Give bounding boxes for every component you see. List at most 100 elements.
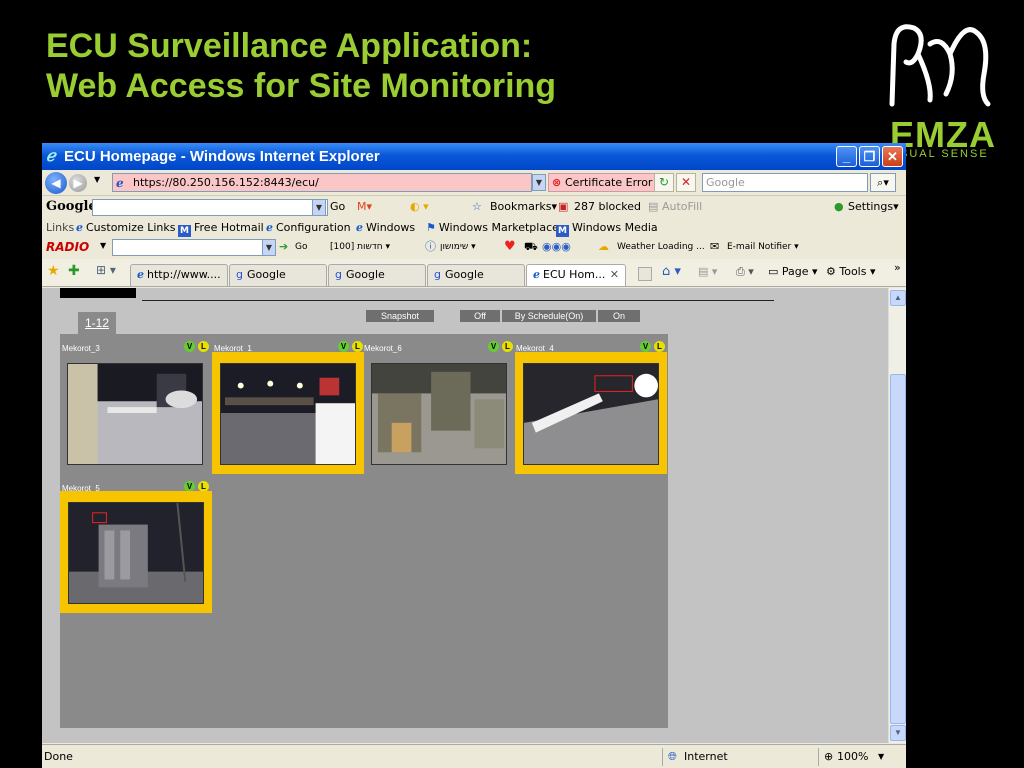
live-status-badge[interactable]: L bbox=[198, 341, 209, 352]
page-menu[interactable]: ▭ Page ▾ bbox=[768, 263, 818, 281]
scroll-thumb[interactable] bbox=[890, 374, 906, 724]
bookmarks-menu[interactable]: Bookmarks▾ bbox=[490, 198, 557, 216]
vertical-scrollbar[interactable]: ▲ ▼ bbox=[888, 288, 906, 743]
live-status-badge[interactable]: L bbox=[654, 341, 665, 352]
on-button[interactable]: On bbox=[598, 310, 640, 322]
tabs-toolbar: ★ ✚ ⊞ ▾ ℯ http://www.... g Google g Google … bbox=[42, 259, 906, 287]
forward-button[interactable]: ▶ bbox=[69, 174, 87, 192]
tools-menu[interactable]: ⚙ Tools ▾ bbox=[826, 263, 876, 281]
history-dropdown-icon[interactable]: ▼ bbox=[94, 175, 100, 184]
radio-toolbar: RADIO ▼ ▼ ➔ Go חדשות [100] ▾ ⓘ שימושון ▾… bbox=[42, 237, 906, 259]
camera-feed-mekorot-6[interactable] bbox=[371, 363, 507, 465]
cart-icon[interactable]: ⛟ bbox=[524, 238, 538, 256]
zoom-level[interactable]: 100% bbox=[837, 745, 868, 768]
radio-logo[interactable]: RADIO bbox=[46, 240, 89, 254]
scroll-up-button[interactable]: ▲ bbox=[890, 290, 906, 306]
close-button[interactable]: ✕ bbox=[882, 146, 903, 167]
snapshot-button[interactable]: Snapshot bbox=[366, 310, 434, 322]
video-status-badge[interactable]: V bbox=[184, 341, 195, 352]
address-input[interactable]: ℯ https://80.250.156.152:8443/ecu/ bbox=[112, 173, 532, 192]
live-status-badge[interactable]: L bbox=[352, 341, 363, 352]
camera-feed-mekorot-1[interactable] bbox=[220, 363, 356, 465]
email-notifier[interactable]: E-mail Notifier ▾ bbox=[727, 238, 799, 256]
status-text: Done bbox=[44, 750, 73, 763]
window-title: ECU Homepage - Windows Internet Explorer bbox=[64, 148, 380, 165]
stop-button[interactable]: ✕ bbox=[676, 173, 696, 192]
camera-feed-mekorot-4[interactable] bbox=[523, 363, 659, 465]
camera-range-tab[interactable]: 1-12 bbox=[78, 312, 116, 334]
close-tab-icon[interactable]: ✕ bbox=[610, 265, 619, 285]
zoom-dropdown-icon[interactable]: ▼ bbox=[878, 745, 884, 768]
internet-zone-icon: 🌐︎ bbox=[668, 750, 677, 763]
minimize-button[interactable]: _ bbox=[836, 146, 857, 167]
autofill-icon: ▤ bbox=[648, 200, 659, 213]
link-windows-media[interactable]: M Windows Media bbox=[556, 219, 658, 238]
camera-grid-panel: Mekorot_3 V L Mekorot_1 V L Mekorot_6 V … bbox=[60, 334, 668, 728]
tab-google-1[interactable]: g Google bbox=[229, 264, 327, 286]
camera-feed-mekorot-5[interactable] bbox=[68, 502, 204, 604]
media-buttons-icon[interactable]: ◉◉◉ bbox=[542, 238, 571, 256]
search-input[interactable]: Google bbox=[702, 173, 868, 192]
refresh-button[interactable]: ↻ bbox=[654, 173, 674, 192]
chevron-more-icon[interactable]: » bbox=[894, 259, 901, 277]
tab-google-3[interactable]: g Google bbox=[427, 264, 525, 286]
tab-http[interactable]: ℯ http://www.... bbox=[130, 264, 228, 286]
back-button[interactable]: ◀ bbox=[45, 172, 67, 194]
scroll-down-button[interactable]: ▼ bbox=[890, 725, 906, 741]
star-icon[interactable]: ☆ bbox=[472, 198, 482, 216]
certificate-error-button[interactable]: ⊗ Certificate Error bbox=[548, 173, 658, 192]
link-configuration[interactable]: ℯ Configuration bbox=[266, 219, 351, 237]
window-titlebar: ℯ ECU Homepage - Windows Internet Explor… bbox=[42, 143, 906, 170]
video-status-badge[interactable]: V bbox=[640, 341, 651, 352]
add-favorite-icon[interactable]: ✚ bbox=[68, 263, 80, 279]
address-dropdown-button[interactable]: ▼ bbox=[532, 174, 546, 191]
print-icon[interactable]: ⎙ ▾ bbox=[736, 263, 754, 281]
new-tab-button[interactable] bbox=[638, 267, 652, 281]
link-hotmail[interactable]: M Free Hotmail bbox=[178, 219, 264, 238]
security-zone[interactable]: Internet bbox=[684, 745, 728, 768]
popup-blocked-count[interactable]: 287 blocked bbox=[574, 198, 641, 216]
shopping-button[interactable]: שימושון ▾ bbox=[440, 238, 476, 256]
emza-logo-mark-icon bbox=[889, 24, 991, 107]
settings-menu[interactable]: Settings▾ bbox=[848, 198, 899, 216]
google-go-button[interactable]: Go bbox=[330, 198, 345, 216]
page-content: 1-12 Snapshot Off By Schedule(On) On Mek… bbox=[42, 288, 888, 743]
popup-blocker-icon: ▣ bbox=[558, 200, 569, 213]
link-customize[interactable]: ℯ Customize Links bbox=[76, 219, 176, 237]
home-icon[interactable]: ⌂ ▾ bbox=[662, 263, 681, 281]
page-icon: ▭ bbox=[768, 265, 782, 278]
video-status-badge[interactable]: V bbox=[488, 341, 499, 352]
google-search-input[interactable] bbox=[92, 199, 328, 216]
news-button[interactable]: חדשות [100] ▾ bbox=[330, 238, 390, 256]
video-status-badge[interactable]: V bbox=[338, 341, 349, 352]
by-schedule-button[interactable]: By Schedule(On) bbox=[502, 310, 596, 322]
radio-dropdown-icon[interactable]: ▼ bbox=[100, 241, 106, 250]
restore-button[interactable]: ❐ bbox=[859, 146, 880, 167]
translate-icon[interactable]: ◐ ▾ bbox=[410, 198, 429, 216]
radio-search-input[interactable] bbox=[112, 239, 276, 256]
weather-status[interactable]: Weather Loading ... bbox=[617, 238, 705, 256]
slide-title: ECU Surveillance Application: Web Access… bbox=[46, 26, 556, 106]
emza-logo: EMZA SUAL SENSE bbox=[880, 14, 1010, 164]
heart-icon[interactable]: ♥ bbox=[504, 238, 516, 256]
browser-window: ℯ ECU Homepage - Windows Internet Explor… bbox=[42, 143, 906, 768]
autofill-button[interactable]: AutoFill bbox=[662, 198, 702, 216]
search-button[interactable]: ⌕▾ bbox=[870, 173, 896, 192]
off-button[interactable]: Off bbox=[460, 310, 500, 322]
ie-icon: ℯ bbox=[46, 148, 56, 165]
camera-feed-mekorot-3[interactable] bbox=[67, 363, 203, 465]
link-marketplace[interactable]: ⚑ Windows Marketplace bbox=[426, 219, 559, 237]
slide-title-line1: ECU Surveillance Application: bbox=[46, 27, 533, 65]
live-status-badge[interactable]: L bbox=[502, 341, 513, 352]
radio-go-button[interactable]: Go bbox=[295, 238, 307, 256]
tab-google-2[interactable]: g Google bbox=[328, 264, 426, 286]
gmail-icon[interactable]: M▾ bbox=[357, 198, 372, 216]
radio-search-dropdown[interactable]: ▼ bbox=[262, 239, 276, 256]
quick-tabs-icon[interactable]: ⊞ ▾ bbox=[96, 263, 116, 277]
feeds-icon[interactable]: ▤ ▾ bbox=[698, 263, 717, 281]
favorites-star-icon[interactable]: ★ bbox=[47, 263, 60, 279]
link-windows[interactable]: ℯ Windows bbox=[356, 219, 415, 237]
status-bar: Done 🌐︎ Internet ⊕ 100% ▼ bbox=[42, 744, 906, 768]
tab-ecu-active[interactable]: ℯ ECU Hom... ✕ bbox=[526, 264, 626, 286]
google-search-dropdown[interactable]: ▼ bbox=[312, 199, 326, 216]
